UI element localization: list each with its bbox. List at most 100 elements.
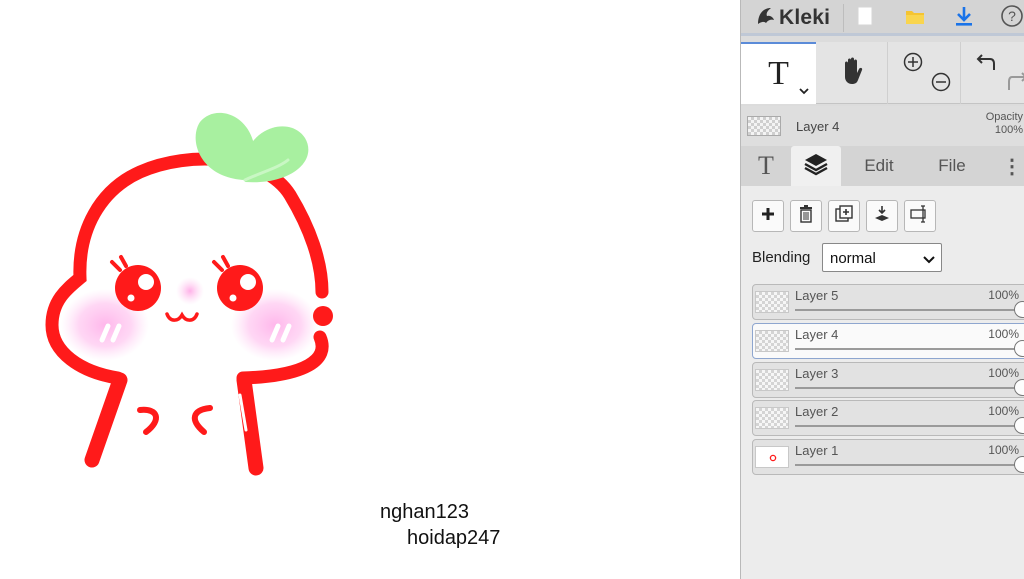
leaf-right [245, 126, 309, 183]
layer-opacity-slider[interactable] [795, 456, 1024, 474]
open-folder-icon [904, 6, 926, 31]
layer-thumbnail [755, 291, 789, 313]
zoom-out-icon[interactable] [931, 72, 951, 97]
opacity-value: 100% [994, 124, 1023, 136]
left-eye-shine-small [127, 294, 135, 302]
top-bar: Kleki ? [741, 0, 1024, 36]
layer-opacity-slider[interactable] [795, 339, 1024, 357]
tab-brush[interactable]: T [741, 146, 791, 186]
duplicate-layer-icon [835, 204, 853, 228]
app-name: Kleki [779, 6, 831, 29]
text-tool-icon: T [768, 55, 789, 92]
zoom-in-icon[interactable] [903, 52, 923, 77]
delete-layer-icon [799, 204, 813, 228]
new-file-button[interactable] [850, 3, 880, 33]
layer-opacity: 100% [988, 288, 1019, 302]
layer-item[interactable]: Layer 5 100% [752, 284, 1024, 320]
layers-icon [803, 152, 829, 181]
layer-item[interactable]: Layer 1 100% [752, 439, 1024, 476]
zoom-tools [889, 42, 961, 104]
tab-edit[interactable]: Edit [841, 146, 917, 186]
layer-thumbnail [755, 368, 789, 391]
rename-layer-button[interactable] [904, 200, 936, 232]
layer-name: Layer 1 [795, 443, 839, 459]
right-eye-shine-small [229, 294, 237, 302]
rename-layer-icon [910, 204, 930, 228]
kleki-app: nghan123 hoidap247 Kleki ? T Layer 4 Opa… [0, 0, 1024, 579]
tab-layers[interactable] [791, 146, 841, 186]
chevron-down-icon [923, 252, 935, 270]
merge-layer-button[interactable] [866, 200, 898, 232]
layers-panel: Blending normal Layer 5 100% Layer 4 100… [741, 186, 1024, 579]
blending-value: normal [830, 250, 876, 267]
tool-row: T [741, 42, 1024, 104]
leaf-left [195, 112, 255, 180]
layer-thumbnail [755, 407, 789, 430]
layer-item[interactable]: Layer 4 100% [752, 322, 1024, 359]
add-layer-button[interactable] [752, 200, 784, 232]
right-eye-shine [240, 274, 256, 290]
download-button[interactable] [949, 3, 979, 33]
kleki-logo[interactable]: Kleki [755, 4, 830, 32]
canvas-text-line-2: hoidap247 [407, 527, 501, 549]
current-layer-info: Layer 4 Opacity 100% [741, 106, 1024, 146]
redo-icon[interactable] [1006, 70, 1024, 97]
layer-name: Layer 3 [795, 365, 839, 381]
nose-blush [176, 277, 204, 305]
left-eye-shine [138, 274, 154, 290]
hand-tool-button[interactable] [816, 42, 888, 104]
download-icon [954, 5, 974, 32]
layer-opacity-slider[interactable] [795, 378, 1024, 396]
mouth [165, 311, 199, 322]
add-layer-icon [761, 207, 775, 226]
blending-label: Blending [752, 249, 811, 266]
help-button[interactable]: ? [997, 3, 1024, 33]
layer-opacity: 100% [988, 443, 1019, 458]
layer-buttons [752, 200, 936, 232]
hand-tool-icon [838, 56, 866, 91]
left-leg [84, 372, 128, 468]
opacity-label: Opacity [985, 111, 1023, 123]
layer-opacity: 100% [988, 326, 1019, 341]
layer-opacity-slider[interactable] [795, 417, 1024, 435]
text-tool-button[interactable]: T [741, 42, 816, 104]
layer-name: Layer 5 [795, 288, 839, 303]
svg-text:?: ? [1008, 8, 1016, 24]
tab-file[interactable]: File [917, 146, 987, 186]
slider-knob[interactable] [1014, 417, 1024, 435]
layer-item[interactable]: Layer 2 100% [752, 400, 1024, 437]
character-drawing [45, 112, 333, 476]
duplicate-layer-button[interactable] [828, 200, 860, 232]
kleki-logo-icon [755, 5, 777, 32]
slider-knob[interactable] [1014, 456, 1024, 474]
layer-item[interactable]: Layer 3 100% [752, 361, 1024, 398]
slider-knob[interactable] [1014, 301, 1024, 318]
current-layer-name: Layer 4 [796, 119, 840, 134]
tummy-right [192, 405, 213, 435]
current-layer-opacity: Opacity 100% [986, 111, 1023, 137]
left-lash [110, 255, 128, 272]
layer-opacity-slider[interactable] [795, 301, 1024, 318]
layer-thumbnail [755, 446, 789, 469]
open-file-button[interactable] [900, 3, 930, 33]
merge-layer-icon [874, 205, 890, 228]
layer-list: Layer 5 100% Layer 4 100% Layer 3 100% L… [752, 284, 1024, 478]
layer-thumbnail [755, 329, 789, 352]
current-layer-thumbnail [747, 116, 781, 136]
drawing-canvas[interactable]: nghan123 hoidap247 [0, 0, 740, 579]
more-menu-icon[interactable]: ⋮ [999, 146, 1024, 186]
left-eye [115, 265, 161, 311]
slider-knob[interactable] [1014, 378, 1024, 396]
blending-select[interactable]: normal [822, 243, 942, 272]
delete-layer-button[interactable] [790, 200, 822, 232]
layer-opacity: 100% [988, 404, 1019, 419]
panel-tabs: T Edit File ⋮ [741, 146, 1024, 186]
chevron-down-icon [799, 84, 809, 98]
layer-name: Layer 2 [795, 404, 839, 420]
layer-name: Layer 4 [795, 326, 839, 342]
topbar-separator [843, 4, 844, 32]
slider-knob[interactable] [1014, 339, 1024, 357]
undo-icon[interactable] [976, 52, 998, 77]
history-tools [962, 42, 1024, 104]
right-eye [217, 265, 263, 311]
